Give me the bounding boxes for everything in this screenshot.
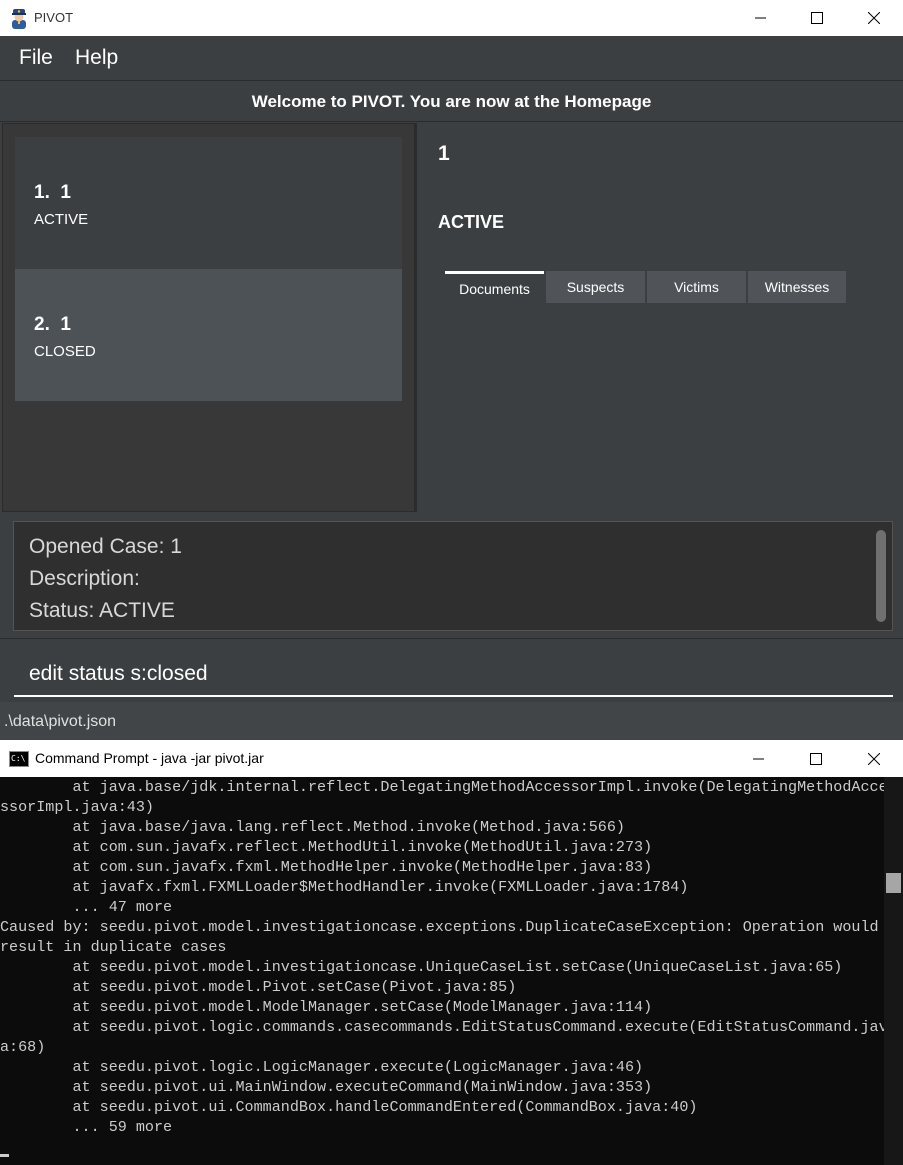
console-line: ... 47 more [0,898,173,916]
maximize-icon [810,752,822,765]
command-prompt-window: C:\ Command Prompt - java -jar pivot.jar… [0,740,903,1165]
console-line: at seedu.pivot.model.Pivot.setCase(Pivot… [0,978,517,996]
result-line: Opened Case: 1 [29,535,182,558]
command-input[interactable] [14,647,893,697]
case-card-header: 1. 1 [34,182,71,204]
console-line: at seedu.pivot.ui.MainWindow.executeComm… [0,1078,653,1096]
minimize-button[interactable] [732,0,790,36]
console-line: at javafx.fxml.FXMLLoader$MethodHandler.… [0,878,689,896]
case-card-header: 2. 1 [34,314,71,336]
case-index: 2. [34,314,50,335]
console-line: at seedu.pivot.ui.CommandBox.handleComma… [0,1098,698,1116]
maximize-button[interactable] [788,0,846,36]
menu-file[interactable]: File [19,46,53,70]
case-list: 1. 1 ACTIVE 2. 1 CLOSED [2,123,415,512]
page-header: Welcome to PIVOT. You are now at the Hom… [0,80,903,122]
console-line: at seedu.pivot.logic.LogicManager.execut… [0,1058,644,1076]
case-status: CLOSED [34,343,96,360]
case-detail-title: 1 [438,142,450,165]
maximize-icon [811,12,823,24]
result-scrollbar[interactable] [876,530,886,622]
result-display[interactable]: Opened Case: 1 Description: Status: ACTI… [13,521,893,631]
console-line: at seedu.pivot.logic.commands.casecomman… [0,1018,884,1036]
console-scroll-thumb[interactable] [886,873,901,893]
cmd-window-title: Command Prompt - java -jar pivot.jar [35,750,264,766]
cmd-close-button[interactable] [845,740,903,777]
cmd-maximize-button[interactable] [787,740,845,777]
console-line: ... 59 more [0,1118,173,1136]
result-line: Status: ACTIVE [29,599,175,622]
console-line: at seedu.pivot.model.investigationcase.U… [0,958,843,976]
console-line: ssorImpl.java:43) [0,798,154,816]
console-line: result in duplicate cases [0,938,227,956]
console-line: at seedu.pivot.model.ModelManager.setCas… [0,998,653,1016]
console-line: Caused by: seedu.pivot.model.investigati… [0,918,879,936]
console-line: at java.base/java.lang.reflect.Method.in… [0,818,625,836]
command-box [0,638,903,702]
console-line: at java.base/jdk.internal.reflect.Delega… [0,778,884,796]
case-detail-panel: 1 ACTIVE Documents Suspects Victims Witn… [417,123,903,512]
minimize-icon [753,758,764,759]
pivot-window: PIVOT File Help Welcome to PIVOT. You ar… [0,0,903,740]
cmd-icon-label: C:\ [11,754,26,763]
police-officer-icon [12,9,26,29]
menu-help[interactable]: Help [75,46,118,70]
console-line: a:68) [0,1038,46,1056]
window-title: PIVOT [34,10,74,25]
status-bar: .\data\pivot.json [0,702,903,740]
console-scrollbar[interactable] [884,777,903,1165]
console-line: at com.sun.javafx.reflect.MethodUtil.inv… [0,838,653,856]
console-output[interactable]: at java.base/jdk.internal.reflect.Delega… [0,777,884,1165]
result-line: Description: [29,567,140,590]
close-icon [868,752,880,765]
case-title: 1 [60,182,71,203]
cmd-minimize-button[interactable] [730,740,788,777]
case-status: ACTIVE [34,211,89,228]
case-detail-status: ACTIVE [438,212,505,232]
save-location: .\data\pivot.json [4,713,117,730]
command-prompt-icon: C:\ [9,751,29,767]
tab-witnesses[interactable]: Witnesses [748,271,846,303]
tab-suspects[interactable]: Suspects [546,271,645,303]
close-icon [868,12,880,24]
pivot-titlebar[interactable]: PIVOT [0,0,903,36]
tab-documents[interactable]: Documents [445,271,544,303]
cmd-titlebar[interactable]: C:\ Command Prompt - java -jar pivot.jar [0,740,903,777]
case-card-1[interactable]: 1. 1 ACTIVE [15,137,402,269]
console-line: at com.sun.javafx.fxml.MethodHelper.invo… [0,858,653,876]
tab-victims[interactable]: Victims [647,271,746,303]
close-button[interactable] [845,0,903,36]
case-title: 1 [60,314,71,335]
console-cursor [0,1154,9,1157]
menu-bar: File Help [0,36,903,80]
minimize-icon [755,17,766,19]
case-card-2[interactable]: 2. 1 CLOSED [15,269,402,401]
case-index: 1. [34,182,50,203]
welcome-message: Welcome to PIVOT. You are now at the Hom… [251,92,652,111]
